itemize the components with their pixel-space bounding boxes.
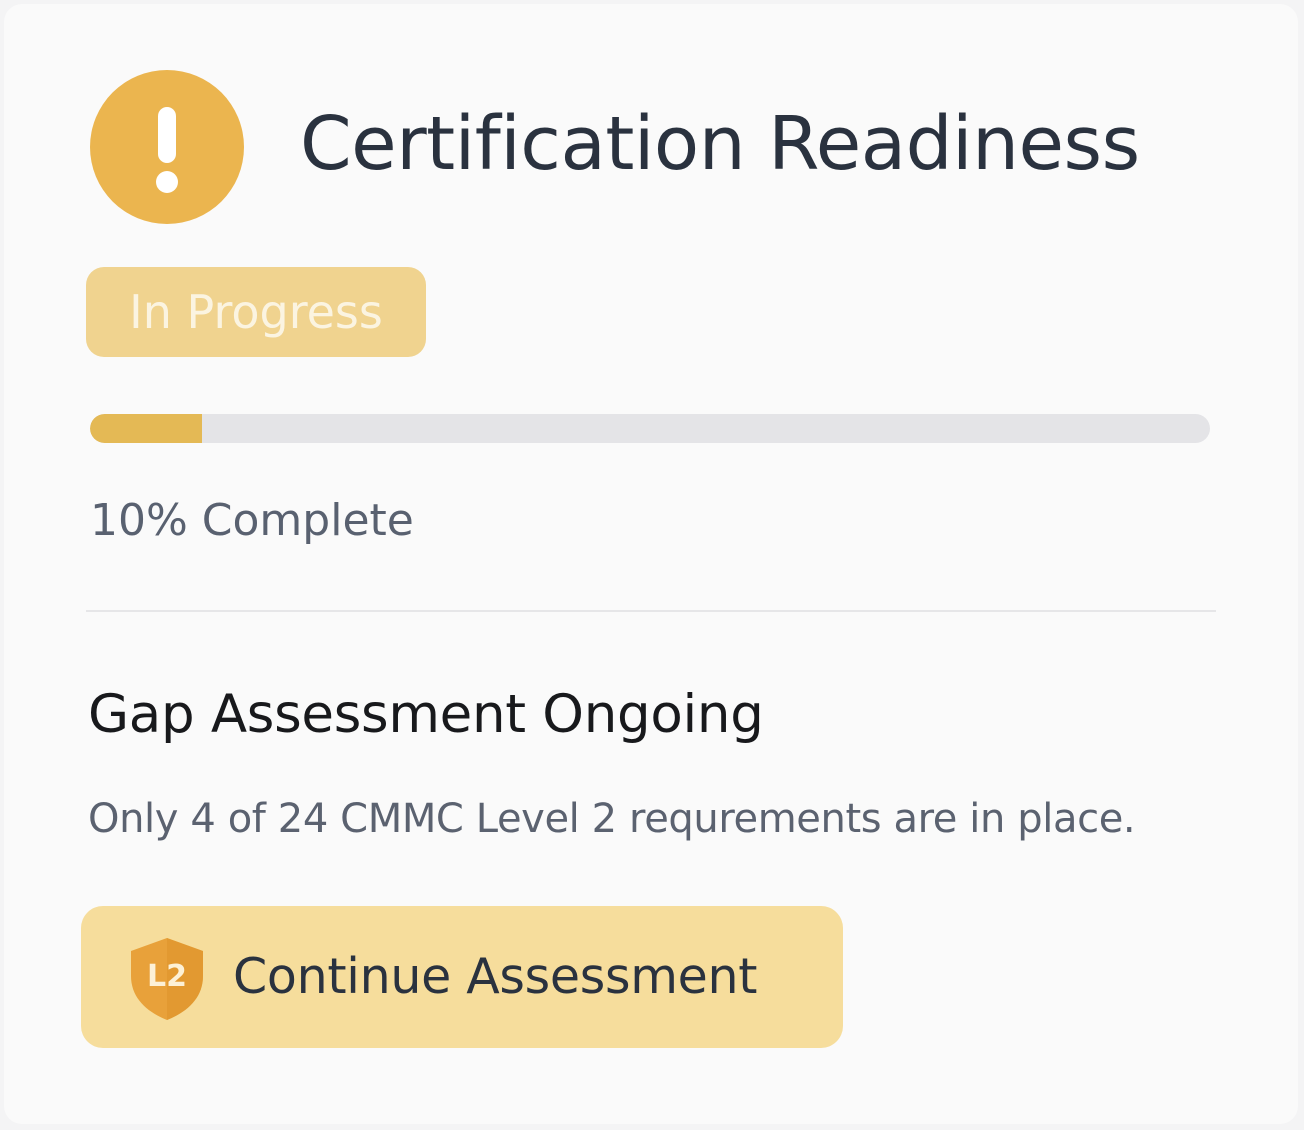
card-title: Certification Readiness — [300, 101, 1140, 187]
status-badge: In Progress — [86, 267, 426, 357]
requirements-description: Only 4 of 24 CMMC Level 2 requrements ar… — [88, 796, 1136, 842]
progress-bar-fill — [90, 414, 202, 443]
progress-label: 10% Complete — [90, 495, 414, 546]
progress-bar — [90, 414, 1210, 443]
section-title: Gap Assessment Ongoing — [88, 684, 764, 745]
shield-icon-text: L2 — [147, 959, 187, 994]
exclamation-circle-icon — [90, 70, 244, 224]
shield-icon: L2 — [131, 938, 203, 1020]
status-badge-label: In Progress — [129, 285, 383, 339]
continue-assessment-button[interactable]: L2 Continue Assessment — [81, 906, 843, 1048]
certification-readiness-card: Certification Readiness In Progress 10% … — [4, 4, 1298, 1124]
divider — [86, 610, 1216, 612]
continue-assessment-label: Continue Assessment — [233, 948, 758, 1005]
